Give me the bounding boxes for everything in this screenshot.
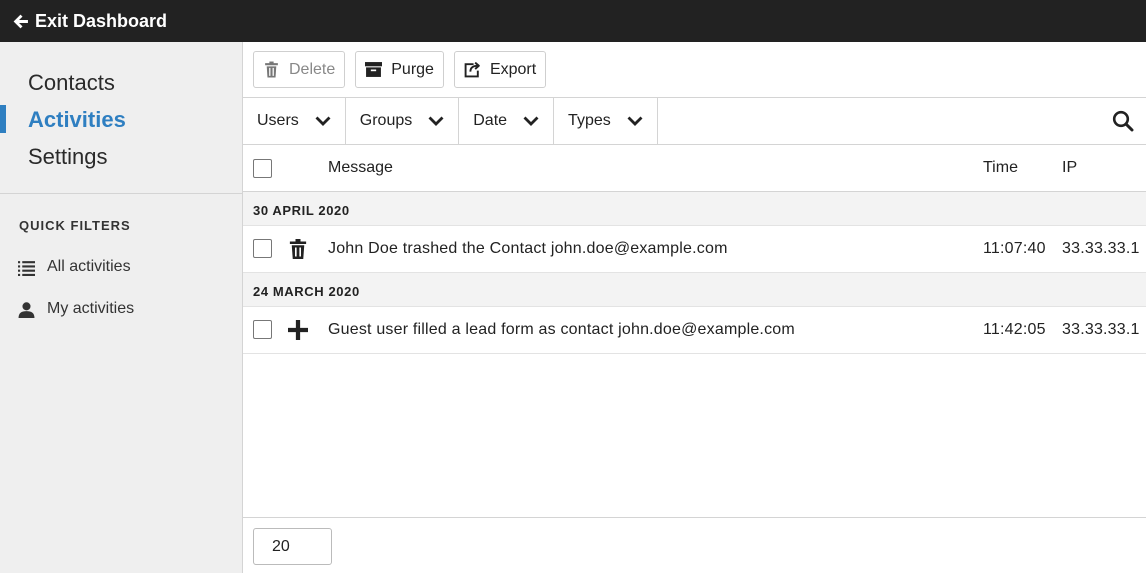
toolbar: Delete Purge Export — [243, 42, 1146, 98]
select-all-checkbox[interactable] — [253, 159, 272, 178]
chevron-down-icon — [627, 116, 643, 126]
chevron-down-icon — [523, 116, 539, 126]
row-ip: 33.33.33.1 — [1062, 321, 1140, 338]
column-header-time: Time — [983, 159, 1018, 176]
filter-users-dropdown[interactable]: Users — [243, 98, 346, 144]
archive-icon — [365, 62, 383, 77]
arrow-left-icon — [13, 14, 28, 28]
search-icon — [1112, 110, 1134, 132]
quick-filter-label: My activities — [47, 300, 135, 317]
table-header: Message Time IP — [243, 145, 1146, 192]
exit-dashboard-link[interactable]: Exit Dashboard — [12, 11, 167, 32]
column-header-message: Message — [328, 159, 393, 176]
trash-icon — [265, 61, 278, 78]
row-ip: 33.33.33.1 — [1062, 240, 1140, 257]
row-checkbox[interactable] — [253, 320, 272, 339]
sidebar-nav: Contacts Activities Settings — [0, 42, 242, 194]
quick-filter-my-activities[interactable]: My activities — [0, 288, 242, 330]
row-time: 11:42:05 — [983, 321, 1046, 338]
sidebar: Contacts Activities Settings QUICK FILTE… — [0, 42, 243, 573]
sidebar-item-activities[interactable]: Activities — [0, 101, 242, 138]
trash-icon — [289, 239, 307, 259]
sidebar-item-settings[interactable]: Settings — [0, 138, 242, 175]
date-group-header: 30 APRIL 2020 — [243, 192, 1146, 226]
row-time: 11:07:40 — [983, 240, 1046, 257]
filter-label: Types — [568, 112, 611, 129]
export-label: Export — [489, 60, 537, 78]
purge-label: Purge — [391, 60, 434, 78]
date-group-label: 30 APRIL 2020 — [253, 203, 350, 218]
purge-button[interactable]: Purge — [355, 51, 444, 88]
row-message: Guest user filled a lead form as contact… — [328, 321, 795, 338]
search-button[interactable] — [1112, 98, 1146, 144]
table-footer: 20 — [243, 517, 1146, 573]
top-bar: Exit Dashboard — [0, 0, 1146, 42]
delete-label: Delete — [289, 60, 336, 78]
list-icon — [18, 260, 35, 276]
filter-bar: Users Groups Date Types — [243, 98, 1146, 145]
filter-groups-dropdown[interactable]: Groups — [346, 98, 460, 144]
table-row: Guest user filled a lead form as contact… — [243, 307, 1146, 354]
export-icon — [464, 61, 480, 78]
row-message: John Doe trashed the Contact john.doe@ex… — [328, 240, 728, 257]
export-button[interactable]: Export — [453, 51, 547, 88]
quick-filter-all-activities[interactable]: All activities — [0, 246, 242, 288]
table-row: John Doe trashed the Contact john.doe@ex… — [243, 226, 1146, 273]
chevron-down-icon — [428, 116, 444, 126]
chevron-down-icon — [315, 116, 331, 126]
quick-filters-heading: QUICK FILTERS — [19, 218, 131, 233]
delete-button[interactable]: Delete — [253, 51, 346, 88]
plus-icon — [288, 320, 308, 340]
user-icon — [18, 301, 35, 318]
date-group-header: 24 MARCH 2020 — [243, 273, 1146, 307]
per-page-select[interactable]: 20 — [253, 528, 332, 565]
date-group-label: 24 MARCH 2020 — [253, 284, 360, 299]
exit-dashboard-label: Exit Dashboard — [35, 10, 168, 31]
sidebar-item-contacts[interactable]: Contacts — [0, 64, 242, 101]
filter-date-dropdown[interactable]: Date — [459, 98, 555, 144]
filter-label: Groups — [359, 112, 413, 129]
filter-types-dropdown[interactable]: Types — [554, 98, 658, 144]
filter-label: Users — [257, 112, 299, 129]
main-panel: Delete Purge Export Users Groups Date Ty… — [243, 42, 1146, 573]
column-header-ip: IP — [1062, 159, 1078, 176]
quick-filter-label: All activities — [47, 258, 131, 275]
filter-label: Date — [473, 112, 508, 129]
row-checkbox[interactable] — [253, 239, 272, 258]
quick-filters-list: All activities My activities — [0, 246, 242, 330]
